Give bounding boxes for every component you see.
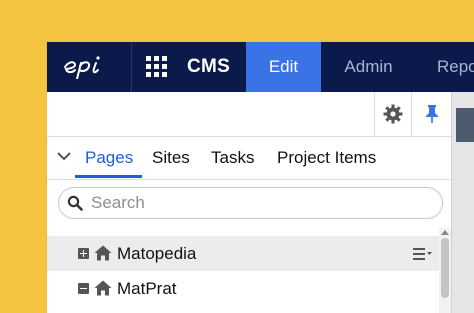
collapse-icon[interactable] bbox=[78, 283, 89, 294]
pin-icon bbox=[426, 105, 438, 123]
search-input[interactable] bbox=[91, 192, 431, 214]
product-name: CMS bbox=[187, 56, 231, 77]
logo-icon bbox=[64, 56, 100, 79]
active-tab-indicator bbox=[75, 175, 142, 178]
pin-button[interactable] bbox=[411, 92, 452, 136]
chevron-down-icon[interactable] bbox=[57, 151, 71, 161]
gear-icon bbox=[383, 104, 403, 124]
navigation-pane-tabs: Pages Sites Tasks Project Items bbox=[47, 137, 451, 180]
tree-item-matopedia[interactable]: Matopedia bbox=[47, 236, 439, 271]
scroll-up-arrow-icon[interactable] bbox=[441, 230, 449, 235]
scroll-thumb[interactable] bbox=[441, 238, 449, 298]
settings-button[interactable] bbox=[374, 92, 411, 136]
tree-item-label: Matopedia bbox=[117, 244, 197, 263]
tab-edit[interactable]: Edit bbox=[246, 42, 321, 92]
apps-grid-icon bbox=[146, 56, 168, 78]
top-navigation: CMS Edit Admin Repo bbox=[47, 42, 474, 92]
pane-toolbar bbox=[47, 92, 451, 137]
episerver-logo[interactable] bbox=[47, 42, 132, 92]
tab-project-items[interactable]: Project Items bbox=[277, 148, 376, 168]
search-box bbox=[58, 187, 443, 219]
context-menu-icon[interactable] bbox=[413, 247, 433, 261]
cms-window: CMS Edit Admin Repo Pages Sites Tasks Pr… bbox=[47, 42, 474, 313]
tab-reports[interactable]: Repo bbox=[421, 42, 474, 92]
search-icon bbox=[67, 195, 83, 211]
adjacent-toolbar-button[interactable] bbox=[456, 108, 474, 142]
tree-item-matprat[interactable]: MatPrat bbox=[47, 271, 439, 306]
adjacent-pane bbox=[451, 92, 474, 313]
tab-admin[interactable]: Admin bbox=[321, 42, 416, 92]
tab-sites[interactable]: Sites bbox=[152, 148, 190, 168]
app-switcher[interactable]: CMS bbox=[132, 42, 247, 92]
home-icon bbox=[94, 280, 112, 296]
tab-tasks[interactable]: Tasks bbox=[211, 148, 254, 168]
expand-icon[interactable] bbox=[78, 248, 89, 259]
tree-scrollbar[interactable] bbox=[439, 228, 451, 313]
tree-item-label: MatPrat bbox=[117, 279, 177, 298]
tab-pages[interactable]: Pages bbox=[85, 148, 133, 168]
home-icon bbox=[94, 245, 112, 261]
